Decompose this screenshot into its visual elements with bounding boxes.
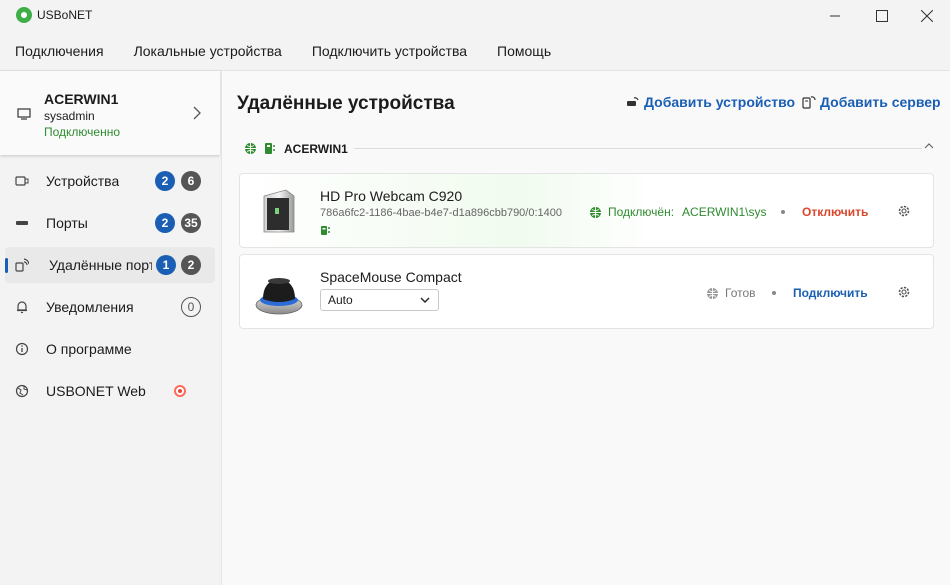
group-divider [354, 148, 922, 149]
account-name: ACERWIN1 [44, 91, 119, 107]
device-status: Подключён: ACERWIN1\sysadmin [589, 205, 767, 219]
info-icon [15, 342, 29, 356]
device-status: Готов [706, 286, 756, 300]
status-label: Подключён: [608, 205, 675, 219]
count-badge: 1 [156, 255, 176, 275]
chevron-up-icon[interactable] [923, 141, 935, 151]
add-server-button[interactable]: Добавить сервер [802, 94, 941, 110]
bell-icon [17, 301, 27, 314]
main-content: Удалённые устройства Добавить устройство… [221, 70, 950, 585]
title-bar: USBoNET [0, 0, 950, 32]
app-title: USBoNET [37, 8, 93, 22]
status-target: ACERWIN1\sysadmin [682, 205, 767, 219]
account-user: sysadmin [44, 109, 95, 123]
device-id: 786a6fc2-1186-4bae-b4e7-d1a896cbb790/0:1… [320, 207, 563, 219]
gear-icon[interactable] [897, 204, 911, 218]
globe-icon [15, 384, 29, 398]
menu-local-devices[interactable]: Локальные устройства [134, 43, 282, 59]
status-dot-icon [174, 385, 186, 397]
count-badge: 0 [181, 297, 201, 317]
account-status: Подключенно [44, 125, 121, 139]
sidebar-item-devices[interactable]: Устройства 2 6 [5, 163, 215, 199]
sidebar-item-usbonet-web[interactable]: USBONET Web [5, 373, 215, 409]
sidebar-item-remote-ports[interactable]: Удалённые порты 1 2 [5, 247, 215, 283]
sidebar-item-notifications[interactable]: Уведомления 0 [5, 289, 215, 325]
gear-icon[interactable] [897, 285, 911, 299]
computer-icon [17, 108, 31, 120]
page-title: Удалённые устройства [237, 93, 455, 114]
menu-connections[interactable]: Подключения [15, 43, 104, 59]
spacemouse-device-image [255, 278, 303, 315]
count-badge: 2 [181, 255, 201, 275]
count-badge: 35 [181, 213, 201, 233]
maximize-button[interactable] [859, 0, 905, 32]
device-card[interactable]: SpaceMouse Compact Auto Готов Подключить [239, 254, 934, 329]
sidebar-item-label: О программе [46, 341, 132, 357]
chevron-right-icon [193, 106, 201, 120]
server-group-name: ACERWIN1 [284, 142, 348, 156]
sidebar: ACERWIN1 sysadmin Подключенно Устройства… [0, 70, 221, 585]
menu-bar: Подключения Локальные устройства Подключ… [0, 32, 950, 70]
sidebar-item-label: Удалённые порты [49, 257, 152, 273]
account-card[interactable]: ACERWIN1 sysadmin Подключенно [0, 71, 220, 155]
separator-dot [781, 210, 785, 214]
sidebar-item-label: Устройства [46, 173, 120, 189]
count-badge: 2 [155, 213, 175, 233]
device-name: HD Pro Webcam C920 [320, 188, 463, 204]
close-icon [921, 10, 933, 22]
usb-device-icon [15, 176, 29, 186]
add-device-button[interactable]: Добавить устройство [626, 94, 795, 110]
add-server-icon [802, 96, 816, 109]
active-indicator [5, 258, 8, 273]
add-server-label: Добавить сервер [820, 94, 941, 110]
mode-select[interactable]: Auto [320, 289, 439, 311]
server-group-header[interactable]: ACERWIN1 [242, 141, 937, 157]
minimize-icon [830, 15, 840, 17]
server-icon [265, 143, 275, 154]
device-name: SpaceMouse Compact [320, 269, 462, 285]
server-icon [321, 226, 330, 235]
add-device-label: Добавить устройство [644, 94, 796, 110]
remote-port-icon [15, 258, 29, 272]
count-badge: 2 [155, 171, 175, 191]
globe-icon [590, 206, 601, 218]
sidebar-item-label: USBONET Web [46, 383, 146, 399]
count-badge: 6 [181, 171, 201, 191]
sidebar-item-about[interactable]: О программе [5, 331, 215, 367]
menu-help[interactable]: Помощь [497, 43, 551, 59]
close-button[interactable] [904, 0, 950, 32]
port-icon [16, 221, 28, 225]
sidebar-item-label: Порты [46, 215, 88, 231]
separator-dot [772, 291, 776, 295]
connect-button[interactable]: Подключить [793, 286, 868, 300]
device-card[interactable]: HD Pro Webcam C920 786a6fc2-1186-4bae-b4… [239, 173, 934, 248]
globe-icon [707, 287, 718, 299]
sidebar-item-label: Уведомления [46, 299, 134, 315]
menu-connect-devices[interactable]: Подключить устройства [312, 43, 467, 59]
add-usb-device-icon [627, 97, 639, 106]
mode-select-value: Auto [328, 293, 353, 307]
app-logo-icon [16, 7, 32, 23]
status-label: Готов [725, 286, 756, 300]
globe-icon [245, 143, 256, 154]
disconnect-button[interactable]: Отключить [802, 205, 868, 219]
sidebar-item-ports[interactable]: Порты 2 35 [5, 205, 215, 241]
maximize-icon [876, 10, 888, 22]
chevron-down-icon [420, 297, 430, 303]
usb-hub-device-image [263, 189, 295, 233]
minimize-button[interactable] [812, 0, 858, 32]
